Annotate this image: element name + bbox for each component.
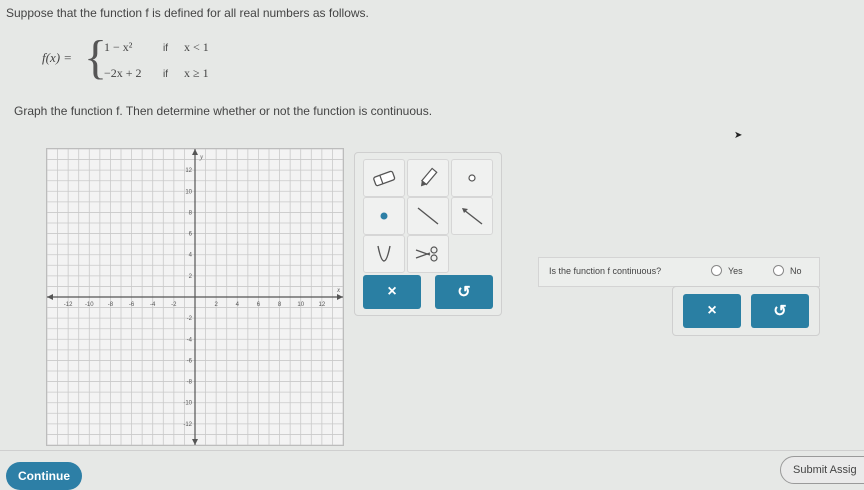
continue-button[interactable]: Continue	[6, 462, 82, 490]
pencil-tool[interactable]	[407, 159, 449, 197]
segment-icon	[417, 207, 439, 225]
parabola-tool[interactable]	[363, 235, 405, 273]
y-tick-label: -4	[187, 337, 193, 343]
grid-svg[interactable]: -12 -10 -8 -6 -4 -2 2 4 6 8 10 12 12 10 8 6 4 2 -2 -4 -6 -8 -1…	[47, 149, 343, 445]
piece-1-cond: x < 1	[184, 40, 209, 54]
y-tick-label: 10	[185, 189, 192, 195]
x-tick-label: 4	[236, 302, 240, 308]
continuity-question: Is the function f continuous? Yes No	[538, 257, 820, 287]
no-label: No	[790, 265, 802, 276]
question-undo-button[interactable]: ↺	[751, 294, 809, 328]
x-tick-label: 12	[319, 302, 326, 308]
ray-tool[interactable]	[451, 197, 493, 235]
closed-point-icon	[380, 212, 388, 220]
piece-1: 1 − x² if x < 1	[104, 40, 209, 55]
piece-2-if: if	[163, 69, 168, 80]
closed-point-tool[interactable]	[363, 197, 405, 235]
option-no[interactable]: No	[773, 265, 802, 276]
x-axis-arrow-right	[337, 294, 343, 300]
x-tick-label: -2	[171, 302, 177, 308]
x-axis-arrow-left	[47, 294, 53, 300]
problem-prompt: Suppose that the function f is defined f…	[6, 6, 369, 20]
y-tick-label: -12	[183, 422, 192, 428]
y-axis-arrow-down	[192, 439, 198, 445]
y-tick-label: 12	[185, 168, 192, 174]
ray-icon	[462, 208, 483, 225]
instruction-text: Graph the function f. Then determine whe…	[14, 104, 433, 118]
x-tick-label: 8	[278, 302, 282, 308]
function-lhs: f(x) =	[42, 50, 73, 65]
piece-2-cond: x ≥ 1	[184, 66, 209, 80]
scissors-tool[interactable]	[407, 235, 449, 273]
piece-2: −2x + 2 if x ≥ 1	[104, 66, 209, 81]
y-tick-label: -2	[187, 316, 193, 322]
option-yes[interactable]: Yes	[711, 265, 743, 276]
x-tick-label: 2	[214, 302, 218, 308]
y-tick-label: 4	[189, 253, 193, 259]
eraser-icon	[373, 170, 396, 187]
scissors-icon	[415, 246, 438, 262]
parabola-icon	[377, 245, 391, 262]
y-axis-arrow-up	[192, 149, 198, 155]
yes-label: Yes	[728, 265, 743, 276]
y-tick-label: 2	[189, 274, 193, 280]
no-radio[interactable]	[773, 265, 784, 276]
x-tick-label: -4	[150, 302, 156, 308]
toolbox-undo-button[interactable]: ↺	[435, 275, 493, 309]
x-axis-label: x	[336, 286, 341, 294]
piece-2-expr: −2x + 2	[104, 66, 142, 80]
y-tick-label: 8	[189, 210, 193, 216]
graphing-grid[interactable]: -12 -10 -8 -6 -4 -2 2 4 6 8 10 12 12 10 8 6 4 2 -2 -4 -6 -8 -1…	[46, 148, 344, 446]
x-tick-label: -8	[108, 302, 114, 308]
y-tick-label: -6	[187, 358, 193, 364]
eraser-tool[interactable]	[363, 159, 405, 197]
footer-divider	[0, 450, 864, 451]
y-tick-label: 6	[189, 232, 193, 238]
y-tick-label: -8	[187, 380, 193, 386]
pencil-icon	[420, 167, 438, 187]
open-point-icon	[468, 174, 476, 182]
question-clear-button[interactable]: ×	[683, 294, 741, 328]
submit-assignment-button[interactable]: Submit Assig	[780, 456, 864, 484]
open-point-tool[interactable]	[451, 159, 493, 197]
x-tick-label: 10	[297, 302, 304, 308]
y-tick-label: -10	[183, 401, 192, 407]
segment-tool[interactable]	[407, 197, 449, 235]
x-tick-label: 6	[257, 302, 261, 308]
mouse-cursor-icon: ➤	[734, 130, 743, 141]
x-tick-label: -12	[64, 302, 73, 308]
x-tick-label: -6	[129, 302, 135, 308]
toolbox-clear-button[interactable]: ×	[363, 275, 421, 309]
piece-1-if: if	[163, 43, 168, 54]
piece-1-expr: 1 − x²	[104, 40, 133, 54]
question-answer-controls: × ↺	[672, 286, 820, 336]
x-tick-label: -10	[85, 302, 94, 308]
question-text: Is the function f continuous?	[549, 266, 662, 276]
yes-radio[interactable]	[711, 265, 722, 276]
graph-toolbox: × ↺	[354, 152, 502, 316]
piecewise-function: f(x) = { 1 − x² if x < 1 −2x + 2 if x ≥ …	[42, 34, 242, 88]
